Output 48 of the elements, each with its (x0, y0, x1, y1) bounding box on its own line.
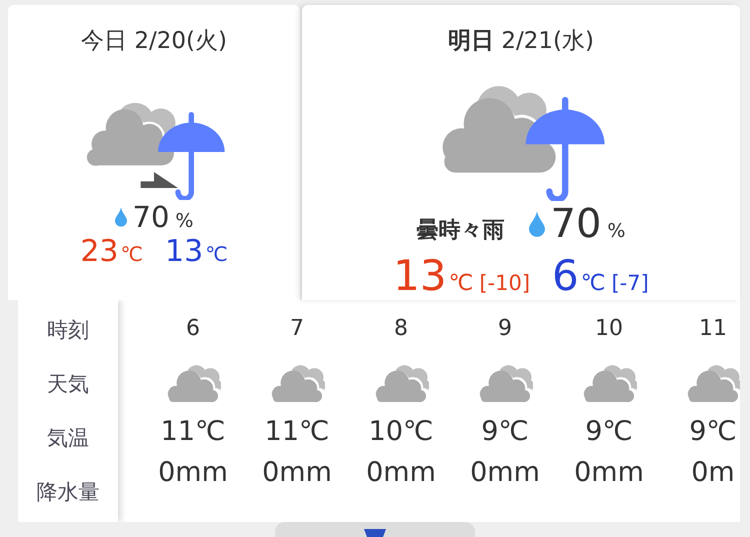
row-label: 時刻 (47, 317, 89, 344)
high-temp: 13 (393, 251, 447, 300)
hour-temp: 9℃ (585, 416, 633, 447)
cloud-icon (477, 362, 533, 404)
row-label: 降水量 (36, 479, 100, 506)
hour-label: 10 (595, 316, 623, 343)
hour-precip: 0mm (366, 457, 436, 488)
hour-temp: 11℃ (264, 416, 330, 447)
cloud-icon (373, 362, 429, 404)
day-title: 明日 2/21(水) (448, 27, 594, 56)
expand-button[interactable] (275, 522, 475, 537)
percent-unit: % (607, 220, 626, 242)
hour-label: 11 (699, 316, 727, 343)
row-label: 天気 (47, 371, 89, 398)
hour-precip: 0mm (262, 457, 332, 488)
cloud-icon (269, 362, 325, 404)
caret-icon (364, 529, 386, 537)
hour-label: 8 (394, 316, 408, 343)
raindrop-icon (114, 207, 127, 227)
row-label: 気温 (47, 425, 89, 452)
hour-temp: 10℃ (368, 416, 434, 447)
temp-unit: ℃ (580, 271, 606, 296)
cloud-icon (165, 362, 221, 404)
hour-temp: 11℃ (160, 416, 226, 447)
temp-unit: ℃ (120, 242, 143, 266)
low-temp: 6 (552, 251, 579, 300)
temp-unit: ℃ (205, 242, 228, 266)
hour-precip: 0mm (574, 457, 644, 488)
hour-precip: 0mm (158, 457, 228, 488)
hour-label: 7 (290, 316, 304, 343)
cloud-icon (581, 362, 637, 404)
precip-chance: 70 (550, 201, 602, 247)
hour-label: 9 (498, 316, 512, 343)
precip-chance: 70 (132, 200, 170, 234)
temp-unit: ℃ (448, 271, 474, 296)
hour-temp: 9℃ (481, 416, 529, 447)
day-title: 今日 2/20(火) (81, 27, 227, 56)
temp-diff: [-10] (479, 271, 530, 295)
raindrop-icon (528, 211, 545, 237)
temp-diff: [-7] (611, 271, 649, 295)
weather-condition: 曇時々雨 (416, 217, 505, 245)
hour-temp: 9℃ (689, 416, 737, 447)
high-temp: 23 (80, 234, 119, 269)
low-temp: 13 (165, 234, 204, 269)
percent-unit: % (175, 210, 194, 232)
hour-precip: 0mm (470, 457, 540, 488)
hour-label: 6 (186, 316, 200, 343)
hour-precip: 0m (691, 457, 735, 488)
